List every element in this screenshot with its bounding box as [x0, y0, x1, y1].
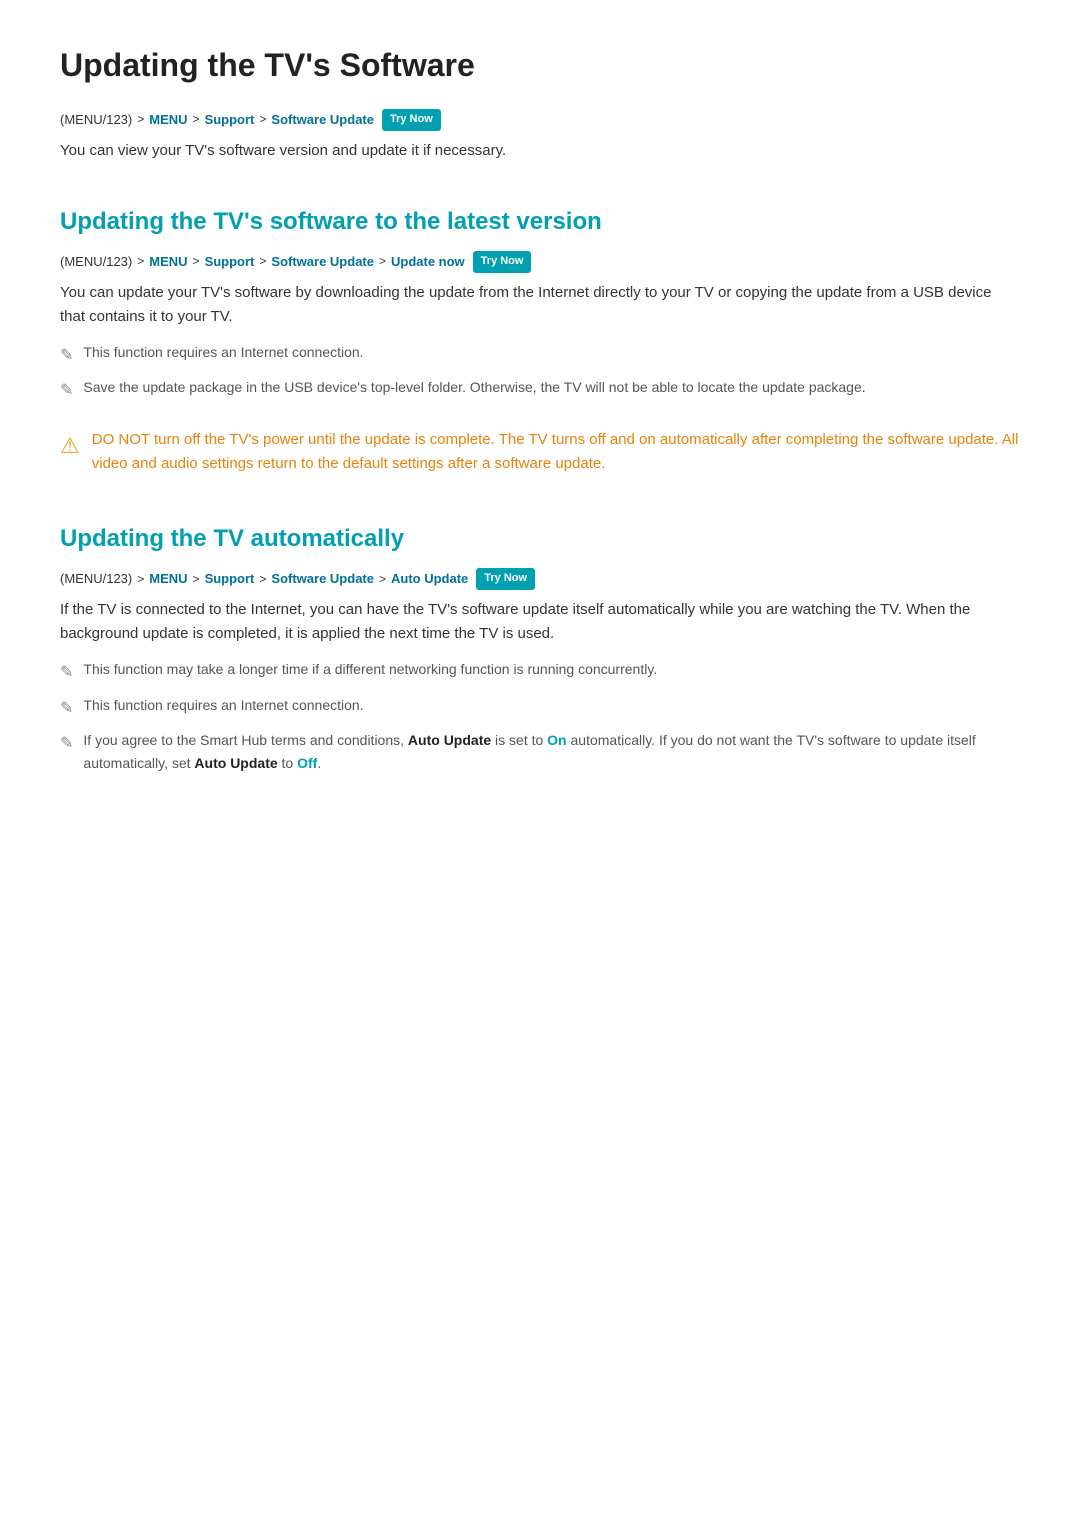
s2-bc-chevron-1: >	[137, 570, 144, 589]
auto-update-note-prefix: If you agree to the Smart Hub terms and …	[83, 732, 404, 748]
note-text-2: Save the update package in the USB devic…	[83, 376, 865, 398]
section2-heading: Updating the TV automatically	[60, 520, 1020, 558]
auto-update-on: On	[547, 732, 566, 748]
auto-update-note: If you agree to the Smart Hub terms and …	[83, 729, 1020, 774]
pencil-icon-4: ✎	[60, 696, 73, 722]
s1-bc-chevron-1: >	[137, 252, 144, 271]
section2-notes: ✎ This function may take a longer time i…	[60, 658, 1020, 774]
note-text-1: This function requires an Internet conne…	[83, 341, 363, 363]
try-now-badge-intro[interactable]: Try Now	[382, 109, 441, 131]
breadcrumb-support: Support	[205, 110, 255, 131]
s1-bc-chevron-2: >	[193, 252, 200, 271]
section1-breadcrumb: (MENU/123) > MENU > Support > Software U…	[60, 251, 1020, 273]
auto-update-term-1: Auto Update	[408, 732, 491, 748]
s2-bc-chevron-4: >	[379, 570, 386, 589]
s2-bc-chevron-2: >	[193, 570, 200, 589]
s1-bc-update-now: Update now	[391, 252, 465, 273]
auto-update-period: .	[317, 755, 321, 771]
list-item: ✎ Save the update package in the USB dev…	[60, 376, 1020, 404]
warning-box: ⚠ DO NOT turn off the TV's power until t…	[60, 424, 1020, 480]
pencil-icon-5: ✎	[60, 731, 73, 757]
s2-bc-auto-update: Auto Update	[391, 569, 468, 590]
s2-bc-menu123: (MENU/123)	[60, 569, 132, 590]
breadcrumb-chevron-3: >	[259, 110, 266, 129]
page-title: Updating the TV's Software	[60, 40, 1020, 91]
note-text-4: This function requires an Internet conne…	[83, 694, 363, 716]
try-now-badge-s2[interactable]: Try Now	[476, 568, 535, 590]
s1-bc-chevron-4: >	[379, 252, 386, 271]
section1-heading: Updating the TV's software to the latest…	[60, 203, 1020, 241]
s2-bc-menu: MENU	[149, 569, 187, 590]
breadcrumb-software-update: Software Update	[271, 110, 374, 131]
intro-text: You can view your TV's software version …	[60, 139, 1020, 163]
intro-breadcrumb: (MENU/123) > MENU > Support > Software U…	[60, 109, 1020, 131]
auto-update-note-middle: is set to	[495, 732, 543, 748]
auto-update-term-2: Auto Update	[194, 755, 277, 771]
s2-bc-support: Support	[205, 569, 255, 590]
pencil-icon-2: ✎	[60, 378, 73, 404]
s1-bc-menu123: (MENU/123)	[60, 252, 132, 273]
s2-bc-chevron-3: >	[259, 570, 266, 589]
pencil-icon-3: ✎	[60, 660, 73, 686]
warning-text: DO NOT turn off the TV's power until the…	[92, 428, 1020, 476]
auto-update-off: Off	[297, 755, 317, 771]
breadcrumb-menu123: (MENU/123)	[60, 110, 132, 131]
pencil-icon-1: ✎	[60, 343, 73, 369]
note-text-3: This function may take a longer time if …	[83, 658, 657, 680]
breadcrumb-chevron-2: >	[193, 110, 200, 129]
s1-bc-software-update: Software Update	[271, 252, 374, 273]
list-item: ✎ This function may take a longer time i…	[60, 658, 1020, 686]
section1-body: You can update your TV's software by dow…	[60, 281, 1020, 329]
section2-body: If the TV is connected to the Internet, …	[60, 598, 1020, 646]
list-item: ✎ This function requires an Internet con…	[60, 341, 1020, 369]
s1-bc-chevron-3: >	[259, 252, 266, 271]
list-item: ✎ If you agree to the Smart Hub terms an…	[60, 729, 1020, 774]
breadcrumb-menu: MENU	[149, 110, 187, 131]
s1-bc-menu: MENU	[149, 252, 187, 273]
try-now-badge-s1[interactable]: Try Now	[473, 251, 532, 273]
list-item: ✎ This function requires an Internet con…	[60, 694, 1020, 722]
s1-bc-support: Support	[205, 252, 255, 273]
warning-icon: ⚠	[60, 428, 80, 463]
section1-notes: ✎ This function requires an Internet con…	[60, 341, 1020, 404]
breadcrumb-chevron-1: >	[137, 110, 144, 129]
s2-bc-software-update: Software Update	[271, 569, 374, 590]
section2-breadcrumb: (MENU/123) > MENU > Support > Software U…	[60, 568, 1020, 590]
auto-update-note-suffix: to	[282, 755, 294, 771]
